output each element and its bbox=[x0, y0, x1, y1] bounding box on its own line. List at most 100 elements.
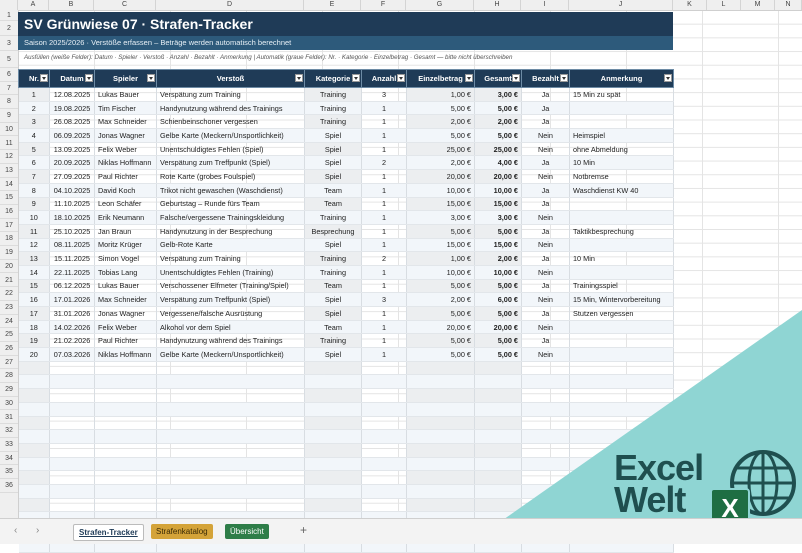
cell-nr[interactable]: 1 bbox=[18, 87, 50, 102]
empty-cell[interactable] bbox=[156, 498, 305, 513]
cell-einzelbetrag[interactable]: 5,00 € bbox=[406, 347, 475, 362]
empty-cell[interactable] bbox=[521, 416, 570, 431]
empty-cell[interactable] bbox=[49, 498, 95, 513]
cell-kategorie[interactable]: Training bbox=[304, 333, 362, 349]
empty-cell[interactable] bbox=[361, 484, 407, 499]
cell-einzelbetrag[interactable]: 10,00 € bbox=[406, 183, 475, 198]
empty-cell[interactable] bbox=[18, 361, 50, 376]
empty-cell[interactable] bbox=[49, 388, 95, 403]
cell-nr[interactable]: 10 bbox=[18, 210, 50, 225]
cell-anmerkung[interactable] bbox=[569, 210, 674, 225]
cell-datum[interactable]: 25.10.2025 bbox=[49, 224, 95, 239]
col-header-m[interactable]: M bbox=[741, 0, 775, 10]
cell-verstoss[interactable]: Schienbeinschoner vergessen bbox=[156, 114, 305, 130]
empty-cell[interactable] bbox=[18, 484, 50, 499]
empty-cell[interactable] bbox=[406, 470, 475, 485]
cell-nr[interactable]: 3 bbox=[18, 114, 50, 130]
empty-cell[interactable] bbox=[49, 374, 95, 390]
cell-datum[interactable]: 21.02.2026 bbox=[49, 333, 95, 349]
cell-einzelbetrag[interactable]: 2,00 € bbox=[406, 292, 475, 307]
empty-cell[interactable] bbox=[474, 416, 522, 431]
empty-cell[interactable] bbox=[521, 457, 570, 472]
empty-cell[interactable] bbox=[156, 470, 305, 485]
cell-kategorie[interactable]: Training bbox=[304, 87, 362, 102]
cell-anzahl[interactable]: 1 bbox=[361, 265, 407, 280]
empty-cell[interactable] bbox=[156, 429, 305, 444]
row-header[interactable]: 28 bbox=[0, 369, 18, 384]
empty-cell[interactable] bbox=[156, 402, 305, 417]
col-header-a[interactable]: A bbox=[18, 0, 49, 10]
cell-anmerkung[interactable]: Waschdienst KW 40 bbox=[569, 183, 674, 198]
cell-bezahlt[interactable]: Nein bbox=[521, 128, 570, 143]
row-header[interactable]: 34 bbox=[0, 452, 18, 466]
row-header[interactable]: 26 bbox=[0, 342, 18, 356]
cell-nr[interactable]: 18 bbox=[18, 320, 50, 335]
cell-bezahlt[interactable]: Nein bbox=[521, 265, 570, 280]
cell-gesamt[interactable]: 5,00 € bbox=[474, 333, 522, 349]
empty-cell[interactable] bbox=[361, 470, 407, 485]
filter-dropdown-icon[interactable] bbox=[560, 74, 568, 82]
cell-gesamt[interactable]: 5,00 € bbox=[474, 306, 522, 321]
cell-spieler[interactable]: David Koch bbox=[94, 183, 157, 198]
cell-spieler[interactable]: Simon Vogel bbox=[94, 251, 157, 266]
cell-kategorie[interactable]: Spiel bbox=[304, 306, 362, 321]
empty-cell[interactable] bbox=[304, 361, 362, 376]
cell-einzelbetrag[interactable]: 2,00 € bbox=[406, 114, 475, 130]
cell-anzahl[interactable]: 1 bbox=[361, 238, 407, 253]
tab-uebersicht[interactable]: Übersicht bbox=[225, 524, 269, 539]
empty-cell[interactable] bbox=[49, 429, 95, 444]
cell-spieler[interactable]: Max Schneider bbox=[94, 114, 157, 130]
empty-cell[interactable] bbox=[304, 470, 362, 485]
cell-verstoss[interactable]: Handynutzung während des Trainings bbox=[156, 333, 305, 349]
cell-einzelbetrag[interactable]: 5,00 € bbox=[406, 128, 475, 143]
cell-kategorie[interactable]: Training bbox=[304, 114, 362, 130]
cell-anzahl[interactable]: 1 bbox=[361, 210, 407, 225]
row-header[interactable]: 2 bbox=[0, 21, 18, 36]
row-header[interactable]: 20 bbox=[0, 260, 18, 274]
cell-anzahl[interactable]: 1 bbox=[361, 114, 407, 130]
empty-cell[interactable] bbox=[156, 457, 305, 472]
cell-datum[interactable]: 06.09.2025 bbox=[49, 128, 95, 143]
cell-gesamt[interactable]: 5,00 € bbox=[474, 128, 522, 143]
cell-verstoss[interactable]: Unentschuldigtes Fehlen (Training) bbox=[156, 265, 305, 280]
row-header[interactable]: 7 bbox=[0, 82, 18, 96]
empty-cell[interactable] bbox=[18, 457, 50, 472]
empty-cell[interactable] bbox=[521, 429, 570, 444]
cell-kategorie[interactable]: Team bbox=[304, 320, 362, 335]
cell-einzelbetrag[interactable]: 10,00 € bbox=[406, 265, 475, 280]
cell-gesamt[interactable]: 10,00 € bbox=[474, 183, 522, 198]
add-sheet-button[interactable]: + bbox=[300, 523, 307, 537]
row-header[interactable]: 27 bbox=[0, 356, 18, 370]
empty-cell[interactable] bbox=[521, 388, 570, 403]
empty-cell[interactable] bbox=[474, 402, 522, 417]
cell-anzahl[interactable]: 3 bbox=[361, 87, 407, 102]
filter-dropdown-icon[interactable] bbox=[147, 74, 155, 82]
empty-cell[interactable] bbox=[18, 498, 50, 513]
cell-anzahl[interactable]: 2 bbox=[361, 155, 407, 171]
cell-anmerkung[interactable]: 15 Min zu spät bbox=[569, 87, 674, 102]
row-header[interactable]: 22 bbox=[0, 287, 18, 301]
cell-datum[interactable]: 18.10.2025 bbox=[49, 210, 95, 225]
cell-anzahl[interactable]: 2 bbox=[361, 251, 407, 266]
cell-verstoss[interactable]: Handynutzung in der Besprechung bbox=[156, 224, 305, 239]
filter-dropdown-icon[interactable] bbox=[664, 74, 672, 82]
col-header-h[interactable]: H bbox=[474, 0, 521, 10]
cell-nr[interactable]: 20 bbox=[18, 347, 50, 362]
cell-kategorie[interactable]: Training bbox=[304, 251, 362, 266]
empty-cell[interactable] bbox=[361, 388, 407, 403]
header-datum[interactable]: Datum bbox=[49, 69, 95, 88]
empty-cell[interactable] bbox=[406, 416, 475, 431]
empty-cell[interactable] bbox=[474, 443, 522, 458]
empty-cell[interactable] bbox=[49, 416, 95, 431]
cell-datum[interactable]: 27.09.2025 bbox=[49, 169, 95, 184]
cell-gesamt[interactable]: 20,00 € bbox=[474, 320, 522, 335]
row-header[interactable]: 19 bbox=[0, 246, 18, 260]
cell-verstoss[interactable]: Handynutzung während des Trainings bbox=[156, 101, 305, 116]
cell-einzelbetrag[interactable]: 15,00 € bbox=[406, 238, 475, 253]
cell-kategorie[interactable]: Spiel bbox=[304, 238, 362, 253]
cell-nr[interactable]: 19 bbox=[18, 333, 50, 349]
col-header-j[interactable]: J bbox=[569, 0, 673, 10]
cell-bezahlt[interactable]: Ja bbox=[521, 114, 570, 130]
header-einzelbetrag[interactable]: Einzelbetrag bbox=[406, 69, 475, 88]
empty-cell[interactable] bbox=[361, 498, 407, 513]
